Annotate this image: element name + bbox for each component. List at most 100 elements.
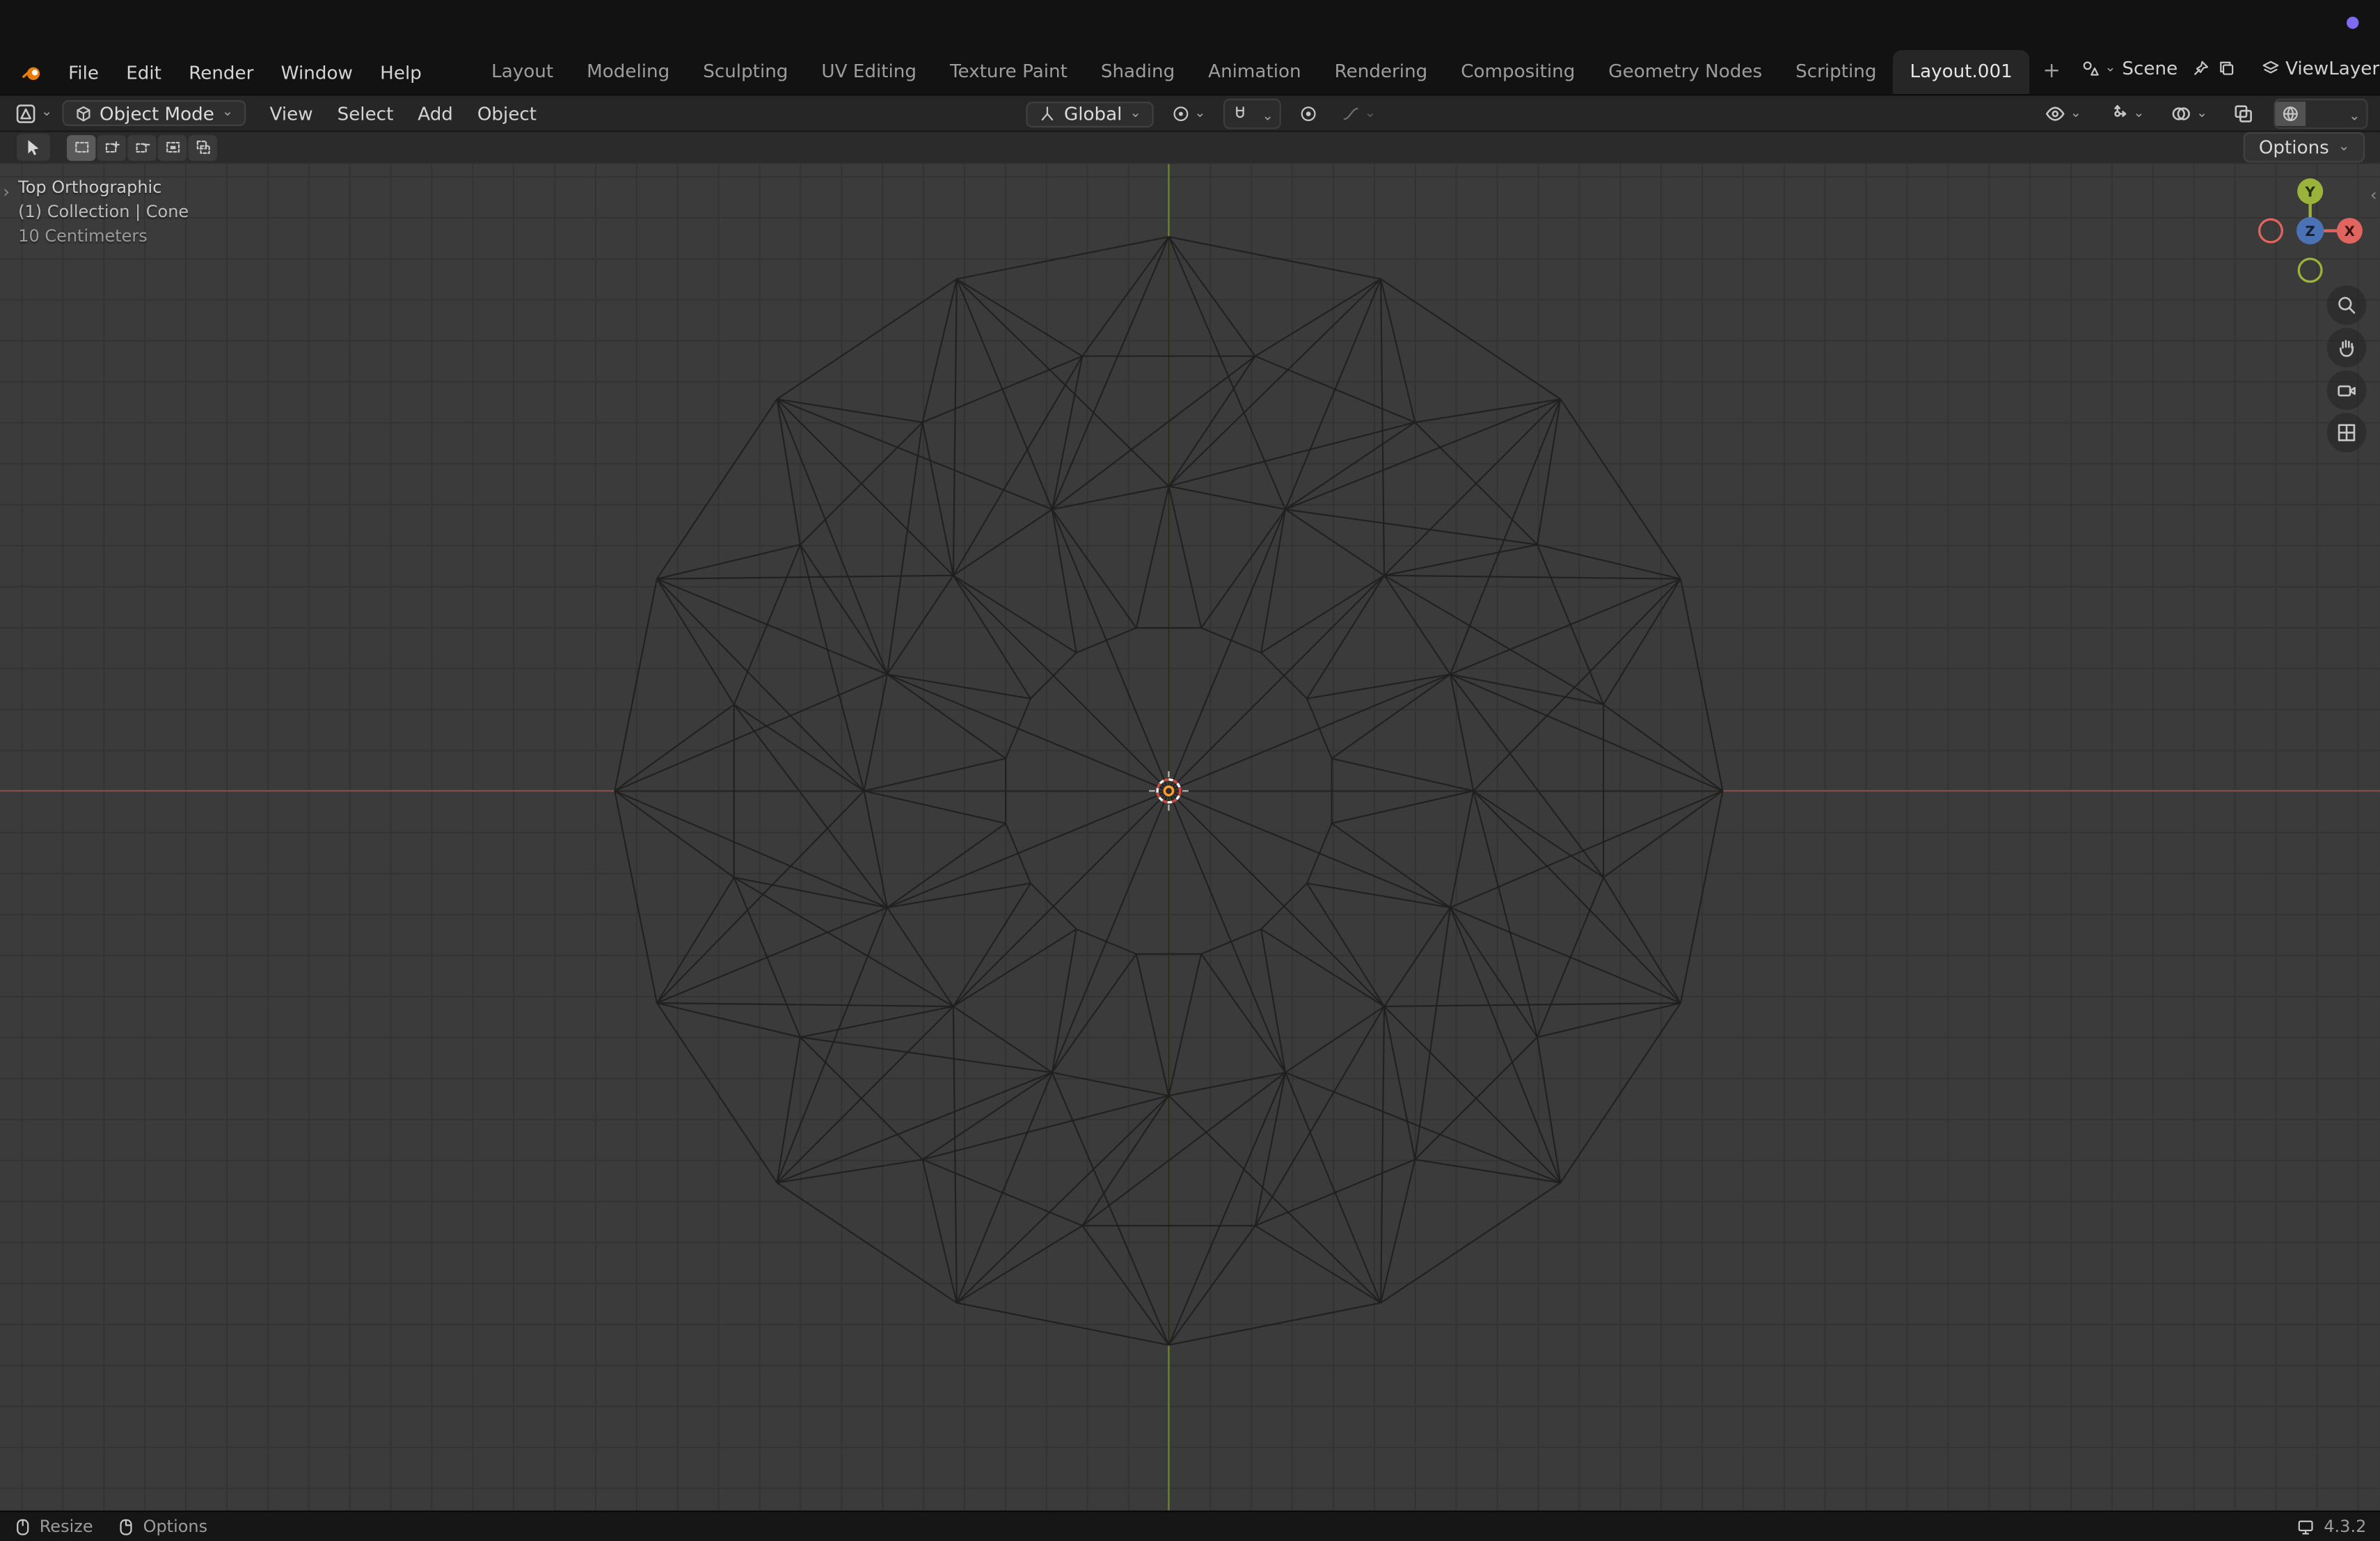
pivot-point-dropdown[interactable]: ⌄ <box>1166 102 1212 126</box>
menu-object[interactable]: Object <box>465 98 548 129</box>
tab-uv-editing[interactable]: UV Editing <box>804 50 933 94</box>
tab-texture-paint[interactable]: Texture Paint <box>933 50 1084 94</box>
magnifier-icon <box>2338 297 2356 314</box>
active-object-label: (1) Collection | Cone <box>18 202 189 222</box>
editor-type-button[interactable]: ⌄ <box>9 100 58 127</box>
gizmos-icon <box>2115 104 2127 117</box>
sidebar-toggle-arrow[interactable]: ‹ <box>2370 185 2377 205</box>
snap-settings-button[interactable]: ⌄ <box>1256 100 1280 127</box>
select-mode-subtract-button[interactable] <box>127 134 157 161</box>
mode-dropdown[interactable]: Object Mode ⌄ <box>61 100 246 127</box>
menu-edit[interactable]: Edit <box>113 55 175 91</box>
chevron-down-icon: ⌄ <box>1194 105 1206 121</box>
select-mode-new-button[interactable] <box>66 134 96 161</box>
tab-layout-001[interactable]: Layout.001 <box>1893 49 2029 95</box>
view-layer-selector[interactable]: ViewLayer <box>2255 55 2380 82</box>
options-label: Options <box>2258 136 2329 158</box>
viewport-header: ⌄ Object Mode ⌄ View Select Add Object Glob… <box>0 94 2380 131</box>
shading-wireframe-button[interactable] <box>2276 102 2307 127</box>
tab-modeling[interactable]: Modeling <box>570 50 686 94</box>
orientation-dropdown[interactable]: Global ⌄ <box>1026 101 1154 127</box>
copy-icon[interactable] <box>2217 59 2235 77</box>
blender-logo[interactable] <box>12 52 51 94</box>
tab-rendering[interactable]: Rendering <box>1318 50 1445 94</box>
shading-solid-button[interactable] <box>2306 111 2318 117</box>
menu-view[interactable]: View <box>257 98 325 129</box>
statusbar-hint-resize: Resize <box>14 1517 93 1536</box>
scene-name: Scene <box>2122 57 2178 79</box>
grid-icon <box>2338 424 2356 441</box>
gizmos-dropdown[interactable]: ⌄ <box>2101 100 2150 127</box>
menu-render[interactable]: Render <box>175 55 267 91</box>
scene-icon <box>2082 61 2098 76</box>
grid-scale-label: 10 Centimeters <box>18 226 148 246</box>
snap-toggle-button[interactable] <box>1225 102 1256 126</box>
overlays-dropdown[interactable]: ⌄ <box>2164 100 2214 127</box>
shading-rendered-button[interactable] <box>2331 111 2342 117</box>
xray-icon <box>2235 105 2253 123</box>
tab-animation[interactable]: Animation <box>1191 50 1317 94</box>
statusbar-right: 4.3.2 <box>2296 1517 2366 1536</box>
gizmo-x-label: X <box>2345 223 2355 239</box>
proportional-editing-button[interactable] <box>1293 102 1324 126</box>
chevron-down-icon: ⌄ <box>40 104 53 120</box>
tab-scripting[interactable]: Scripting <box>1779 50 1893 94</box>
chevron-down-icon: ⌄ <box>2196 105 2208 121</box>
tool-settings-bar: Options ⌄ <box>0 130 2380 164</box>
select-intersect-icon <box>196 141 209 155</box>
tab-sculpting[interactable]: Sculpting <box>686 50 804 94</box>
select-mode-options <box>66 134 217 161</box>
chevron-down-icon: ⌄ <box>2070 105 2082 121</box>
scene-selector[interactable]: ⌄ Scene <box>2074 55 2184 82</box>
shading-settings-button[interactable]: ⌄ <box>2342 100 2366 127</box>
menu-window[interactable]: Window <box>267 55 366 91</box>
shading-mode-switch: ⌄ <box>2274 98 2368 129</box>
pin-icon[interactable] <box>2191 59 2210 77</box>
xray-toggle-button[interactable] <box>2228 100 2261 127</box>
viewport-menus: View Select Add Object <box>257 98 548 129</box>
menu-help[interactable]: Help <box>367 55 436 91</box>
navigation-gizmo[interactable]: Y X Z <box>2255 176 2365 285</box>
pivot-point-icon <box>1173 106 1189 122</box>
orientation-icon <box>1041 106 1054 121</box>
mouse-right-icon <box>120 1518 133 1535</box>
menu-file[interactable]: File <box>55 55 113 91</box>
viewport-3d[interactable]: Top Orthographic (1) Collection | Cone 1… <box>0 164 2380 1511</box>
menu-select[interactable]: Select <box>325 98 406 129</box>
statusbar-hint-options: Options <box>117 1517 207 1536</box>
shading-material-button[interactable] <box>2319 111 2331 117</box>
tab-layout[interactable]: Layout <box>475 50 570 94</box>
viewport-options-button[interactable]: Options ⌄ <box>2244 132 2365 163</box>
select-mode-extend-button[interactable] <box>97 134 127 161</box>
select-mode-intersect-button[interactable] <box>188 134 217 161</box>
network-status-icon <box>2298 1519 2313 1534</box>
tab-shading[interactable]: Shading <box>1084 50 1191 94</box>
select-mode-invert-button[interactable] <box>157 134 187 161</box>
main-menus: File Edit Render Window Help <box>55 52 436 94</box>
add-workspace-button[interactable]: + <box>2029 52 2074 94</box>
tab-compositing[interactable]: Compositing <box>1444 50 1592 94</box>
camera-icon <box>2338 385 2356 397</box>
notification-dot <box>2347 16 2359 29</box>
gizmo-x-neg-axis[interactable] <box>2258 218 2283 244</box>
layers-icon <box>2262 61 2278 74</box>
camera-view-button[interactable] <box>2326 370 2367 410</box>
object-visibility-dropdown[interactable]: ⌄ <box>2038 100 2088 127</box>
gizmo-z-label: Z <box>2306 223 2315 239</box>
blender-logo-icon <box>22 67 40 80</box>
gizmo-y-neg-axis[interactable] <box>2297 258 2323 283</box>
proportional-falloff-dropdown[interactable]: ⌄ <box>1335 102 1382 126</box>
select-new-icon <box>74 141 88 153</box>
topbar: File Edit Render Window Help Layout Modeling S… <box>0 0 2380 95</box>
active-tool-button[interactable] <box>15 132 52 163</box>
overlays-icon <box>2172 107 2190 120</box>
zoom-button[interactable] <box>2326 285 2367 325</box>
chevron-down-icon: ⌄ <box>2349 109 2361 125</box>
pan-button[interactable] <box>2326 328 2367 368</box>
menu-add[interactable]: Add <box>406 98 466 129</box>
tab-geometry-nodes[interactable]: Geometry Nodes <box>1592 50 1779 94</box>
chevron-down-icon: ⌄ <box>2338 139 2350 155</box>
editor-3d-viewport-icon <box>16 104 35 123</box>
toolbar-toggle-arrow[interactable]: › <box>3 182 10 202</box>
perspective-toggle-button[interactable] <box>2326 413 2367 452</box>
